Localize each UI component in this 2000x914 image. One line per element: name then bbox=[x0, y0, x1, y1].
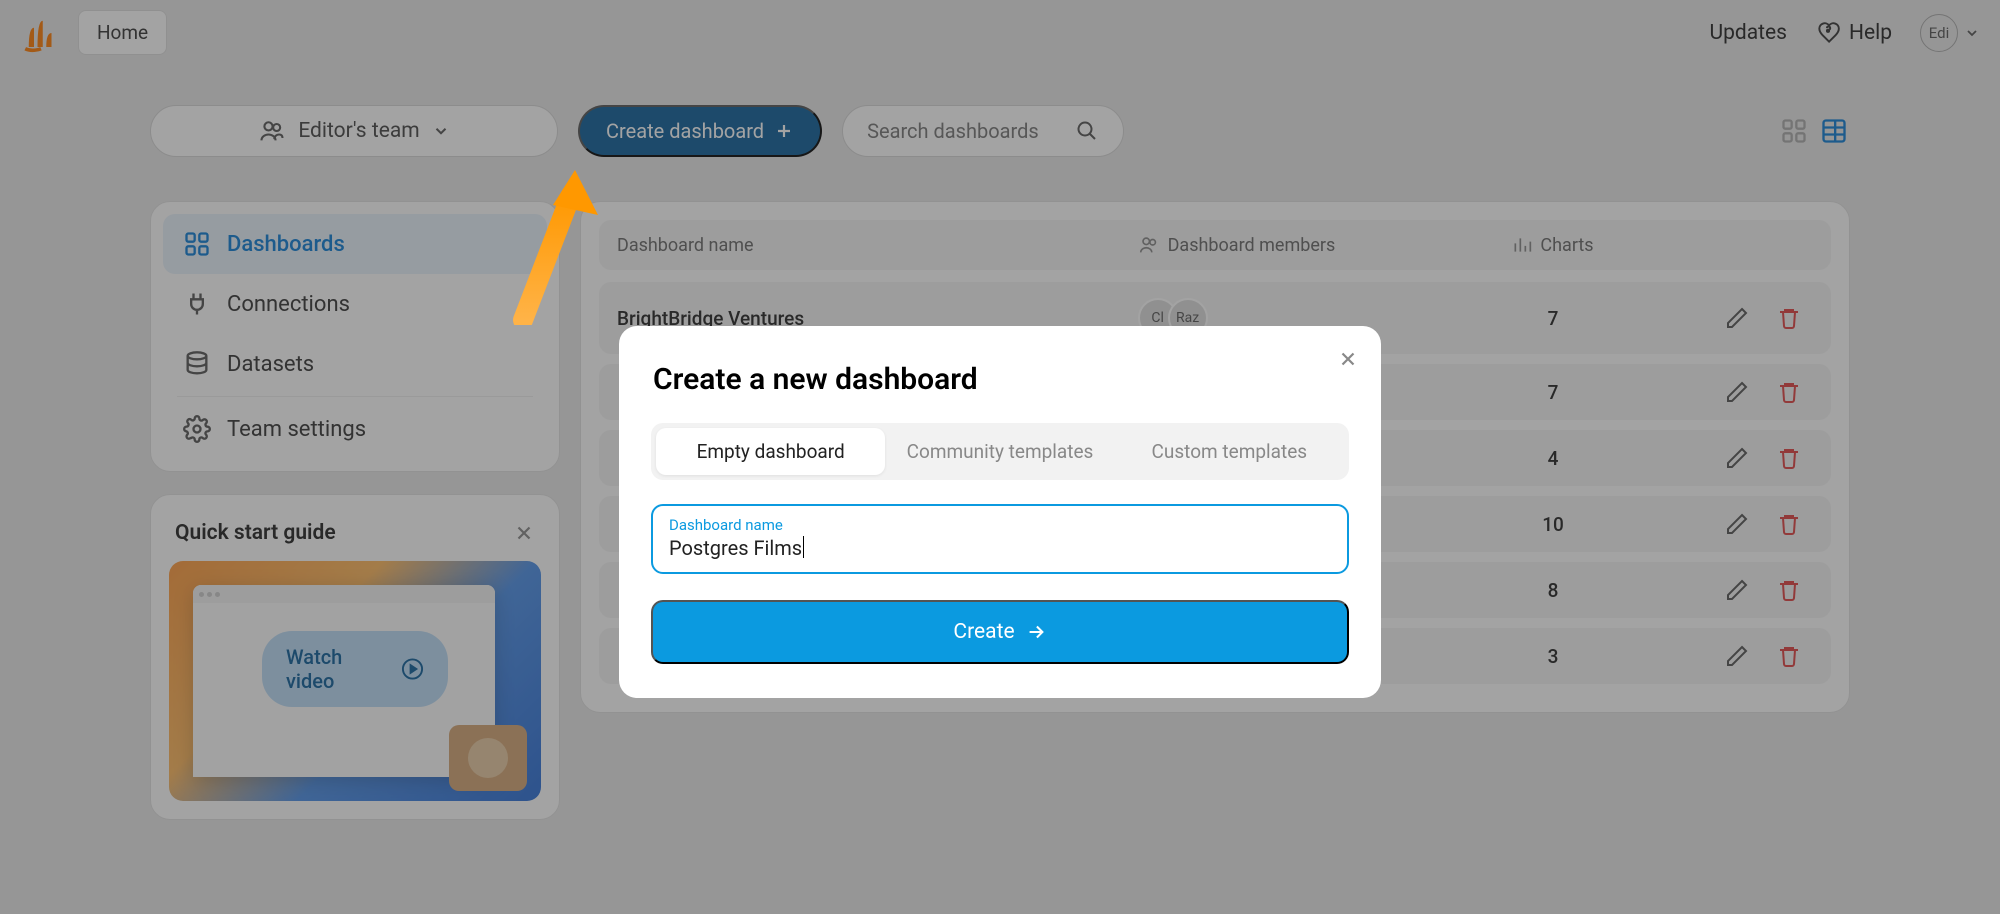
close-icon[interactable] bbox=[1337, 348, 1359, 370]
dashboard-name-field[interactable]: Dashboard name Postgres Films bbox=[651, 504, 1349, 574]
modal-title: Create a new dashboard bbox=[651, 362, 1349, 397]
submit-label: Create bbox=[953, 620, 1014, 644]
tab-community[interactable]: Community templates bbox=[885, 428, 1114, 475]
tab-custom[interactable]: Custom templates bbox=[1115, 428, 1344, 475]
create-dashboard-modal: Create a new dashboard Empty dashboard C… bbox=[619, 326, 1381, 698]
input-label: Dashboard name bbox=[669, 516, 1331, 534]
arrow-right-icon bbox=[1025, 621, 1047, 643]
template-tabs: Empty dashboard Community templates Cust… bbox=[651, 423, 1349, 480]
input-value[interactable]: Postgres Films bbox=[669, 534, 802, 560]
create-submit-button[interactable]: Create bbox=[651, 600, 1349, 664]
text-caret bbox=[803, 536, 804, 558]
tab-empty[interactable]: Empty dashboard bbox=[656, 428, 885, 475]
